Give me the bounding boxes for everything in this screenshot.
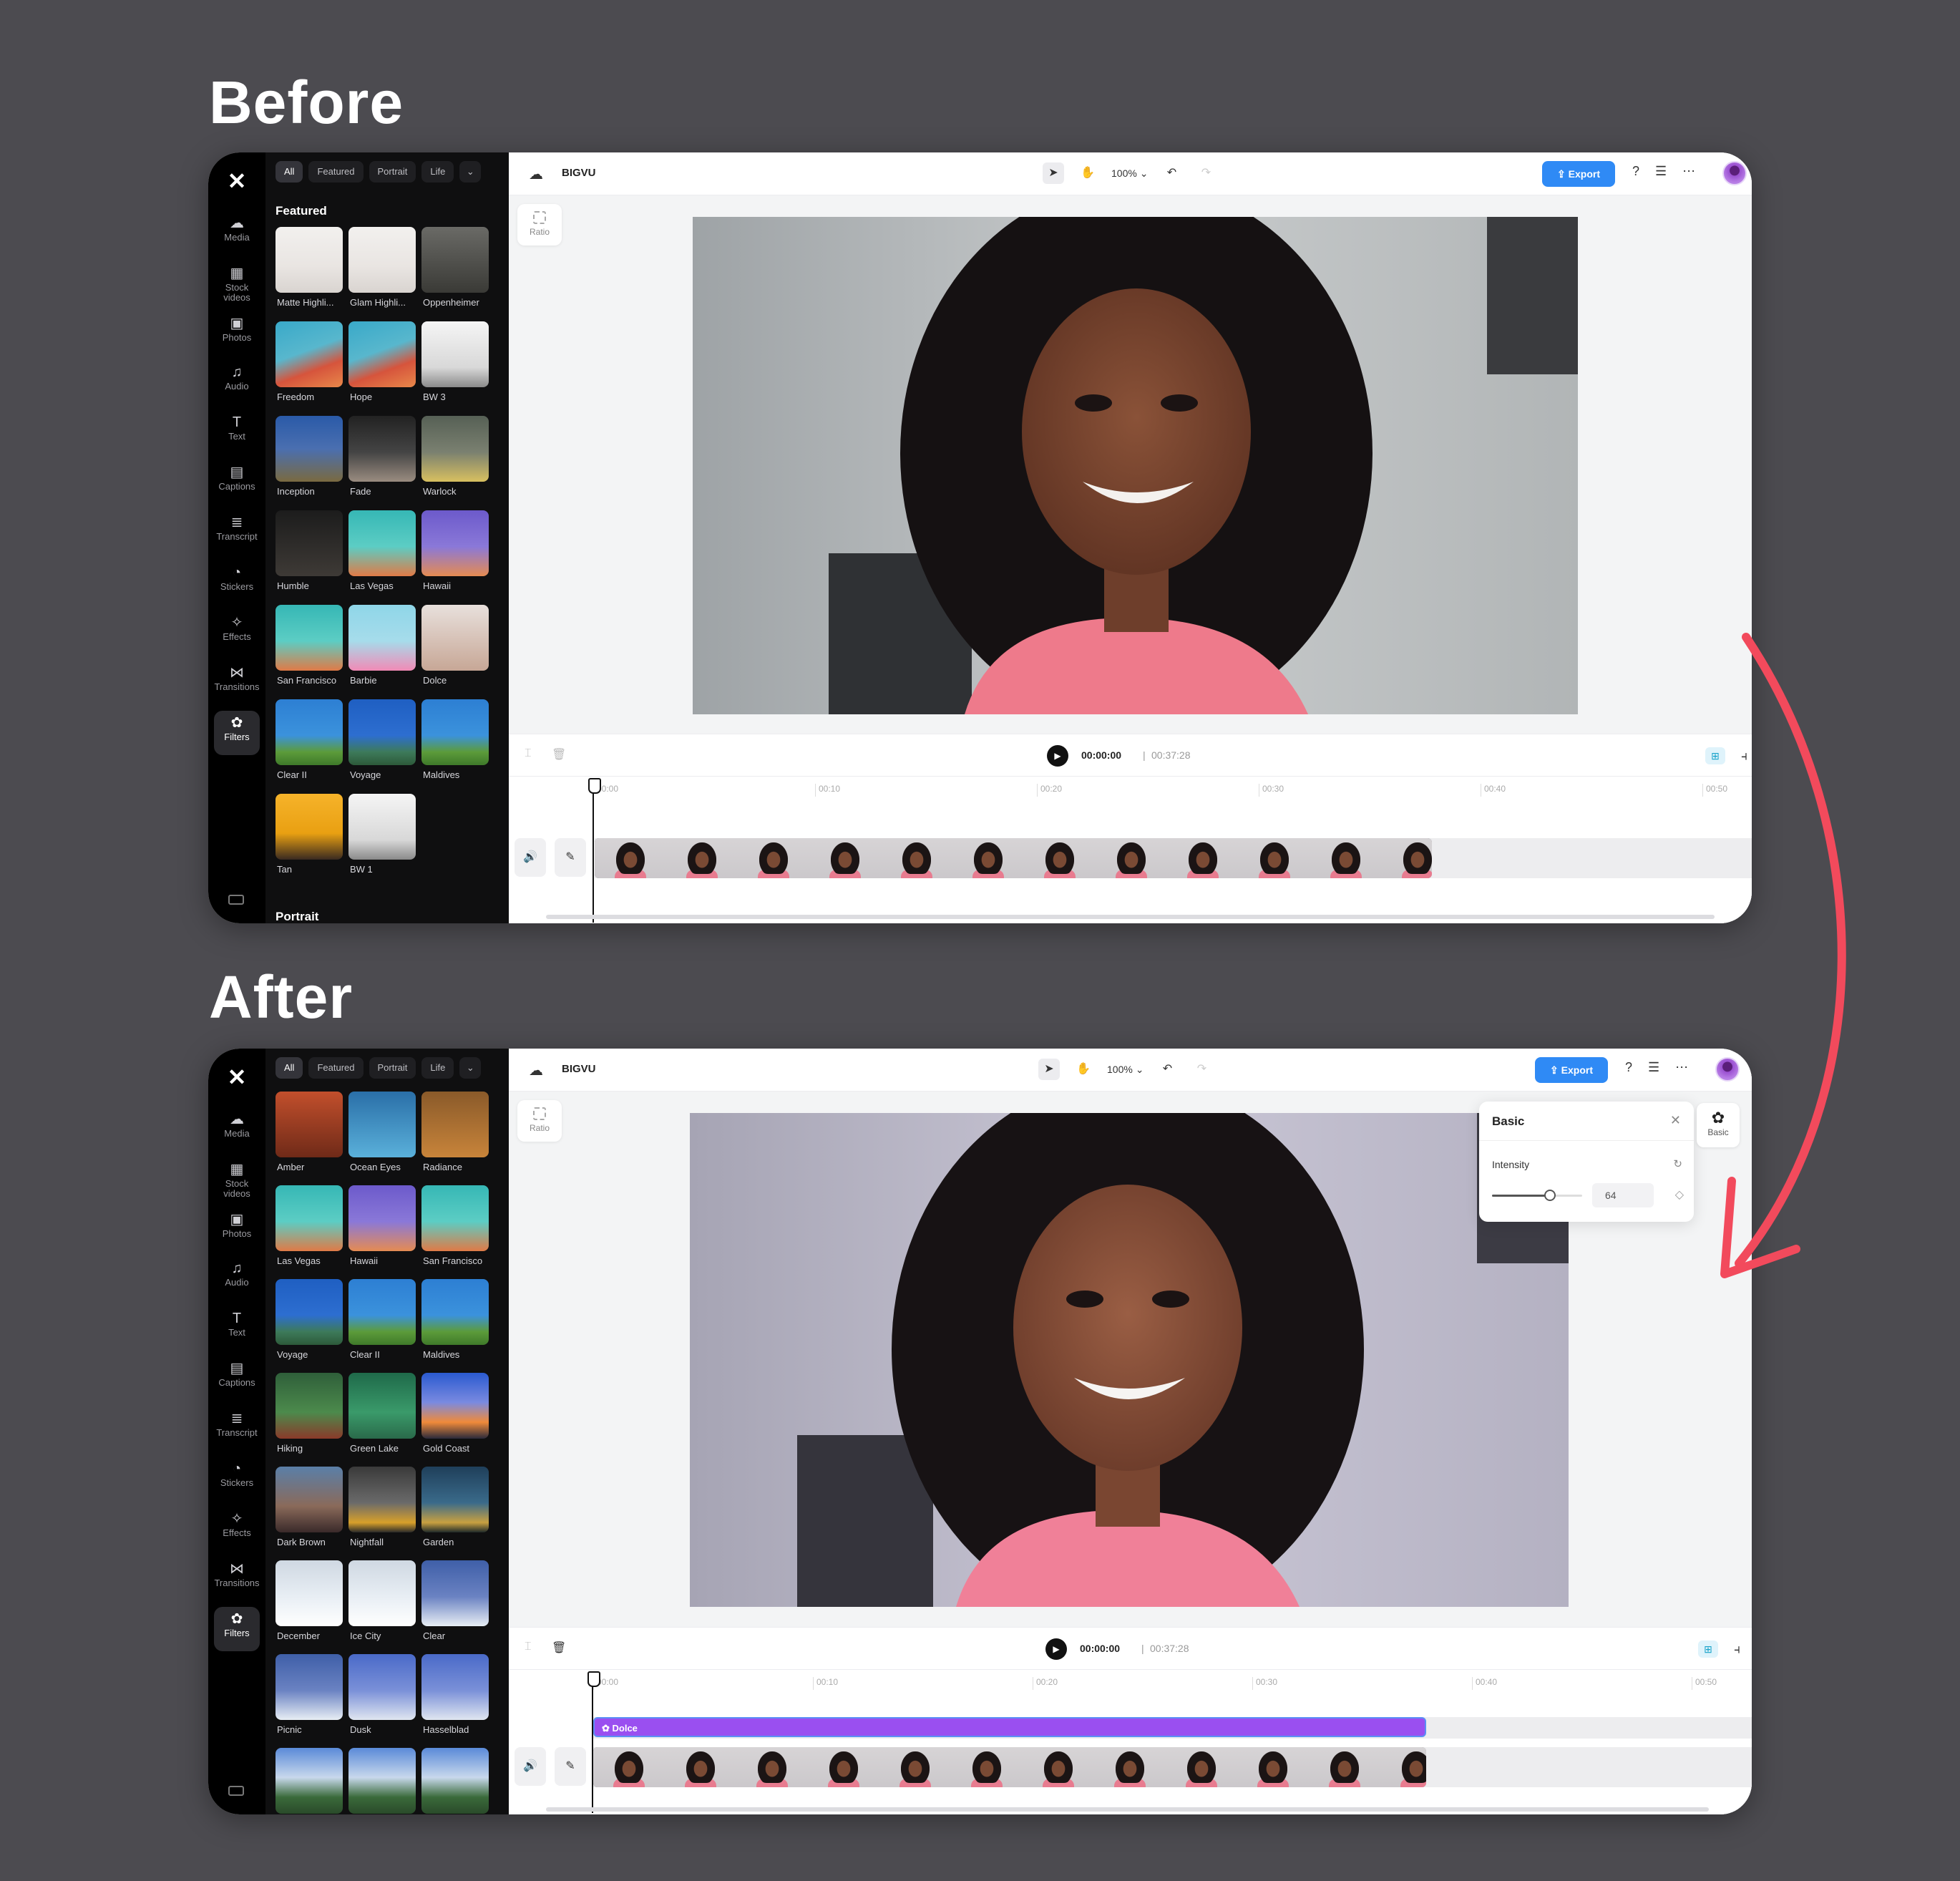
transition-arrow-icon — [1720, 633, 1846, 1278]
